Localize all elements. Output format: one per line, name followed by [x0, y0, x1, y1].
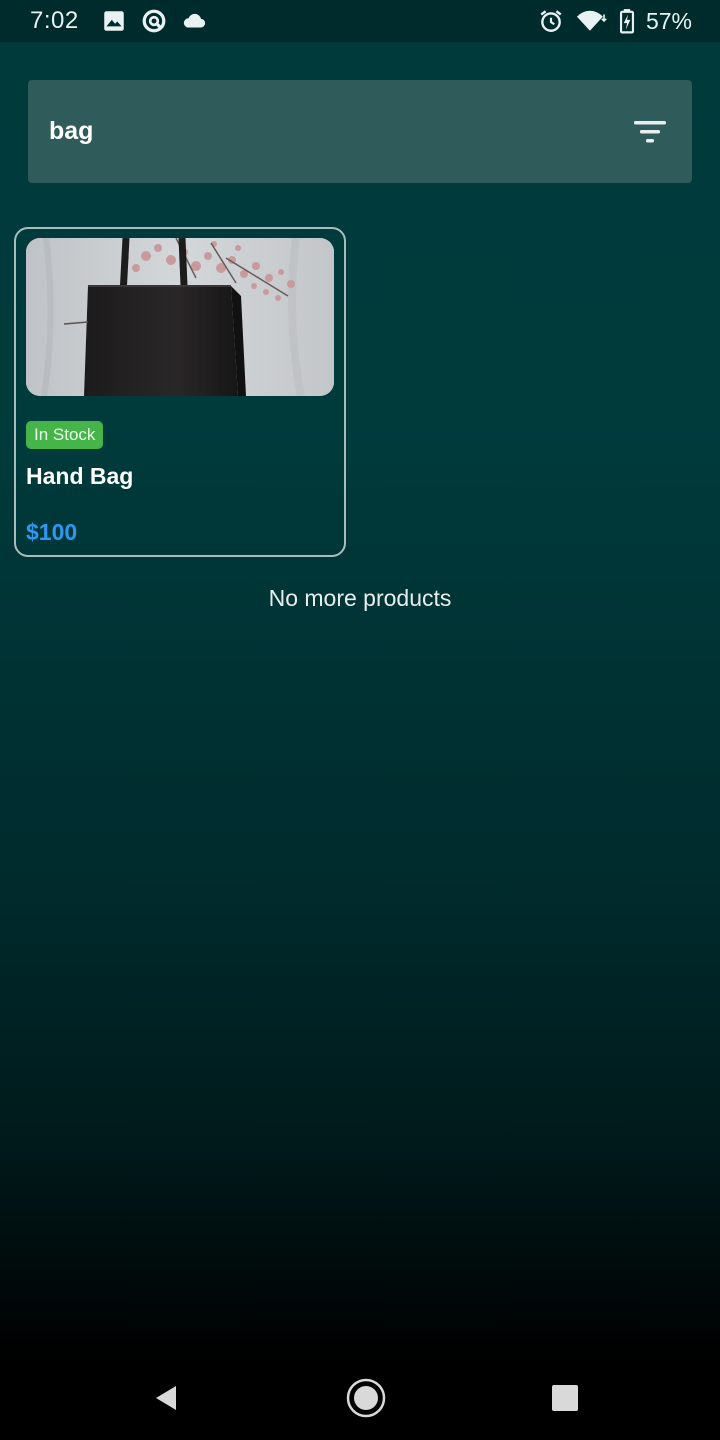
status-time: 7:02 [30, 7, 79, 34]
no-more-products-label: No more products [268, 585, 452, 611]
back-button[interactable] [143, 1376, 187, 1420]
product-card[interactable]: In Stock Hand Bag $100 [14, 227, 346, 557]
home-button[interactable] [344, 1376, 388, 1420]
alarm-icon [538, 8, 564, 34]
status-left: 7:02 [30, 7, 221, 35]
product-name: Hand Bag [26, 463, 134, 489]
filter-icon [634, 120, 666, 142]
product-price: $100 [26, 519, 78, 545]
battery-percent: 57% [645, 7, 692, 34]
data-saver-icon [141, 8, 167, 34]
battery-charging-icon [618, 8, 636, 34]
wifi-icon [574, 8, 608, 34]
navigation-bar [0, 1356, 720, 1440]
stock-badge: In Stock [26, 421, 104, 449]
filter-button[interactable] [632, 114, 668, 150]
search-bar[interactable] [28, 80, 692, 183]
recents-icon [552, 1385, 578, 1411]
cloud-icon [181, 8, 207, 34]
image-icon [101, 8, 127, 34]
status-right: 57% [538, 8, 692, 35]
status-bar: 7:02 57% [0, 0, 720, 42]
recents-button[interactable] [543, 1376, 587, 1420]
product-image[interactable] [26, 238, 334, 396]
home-icon [346, 1378, 386, 1418]
hand-bag-photo [26, 238, 334, 396]
search-input[interactable] [49, 117, 569, 146]
back-icon [156, 1386, 176, 1410]
